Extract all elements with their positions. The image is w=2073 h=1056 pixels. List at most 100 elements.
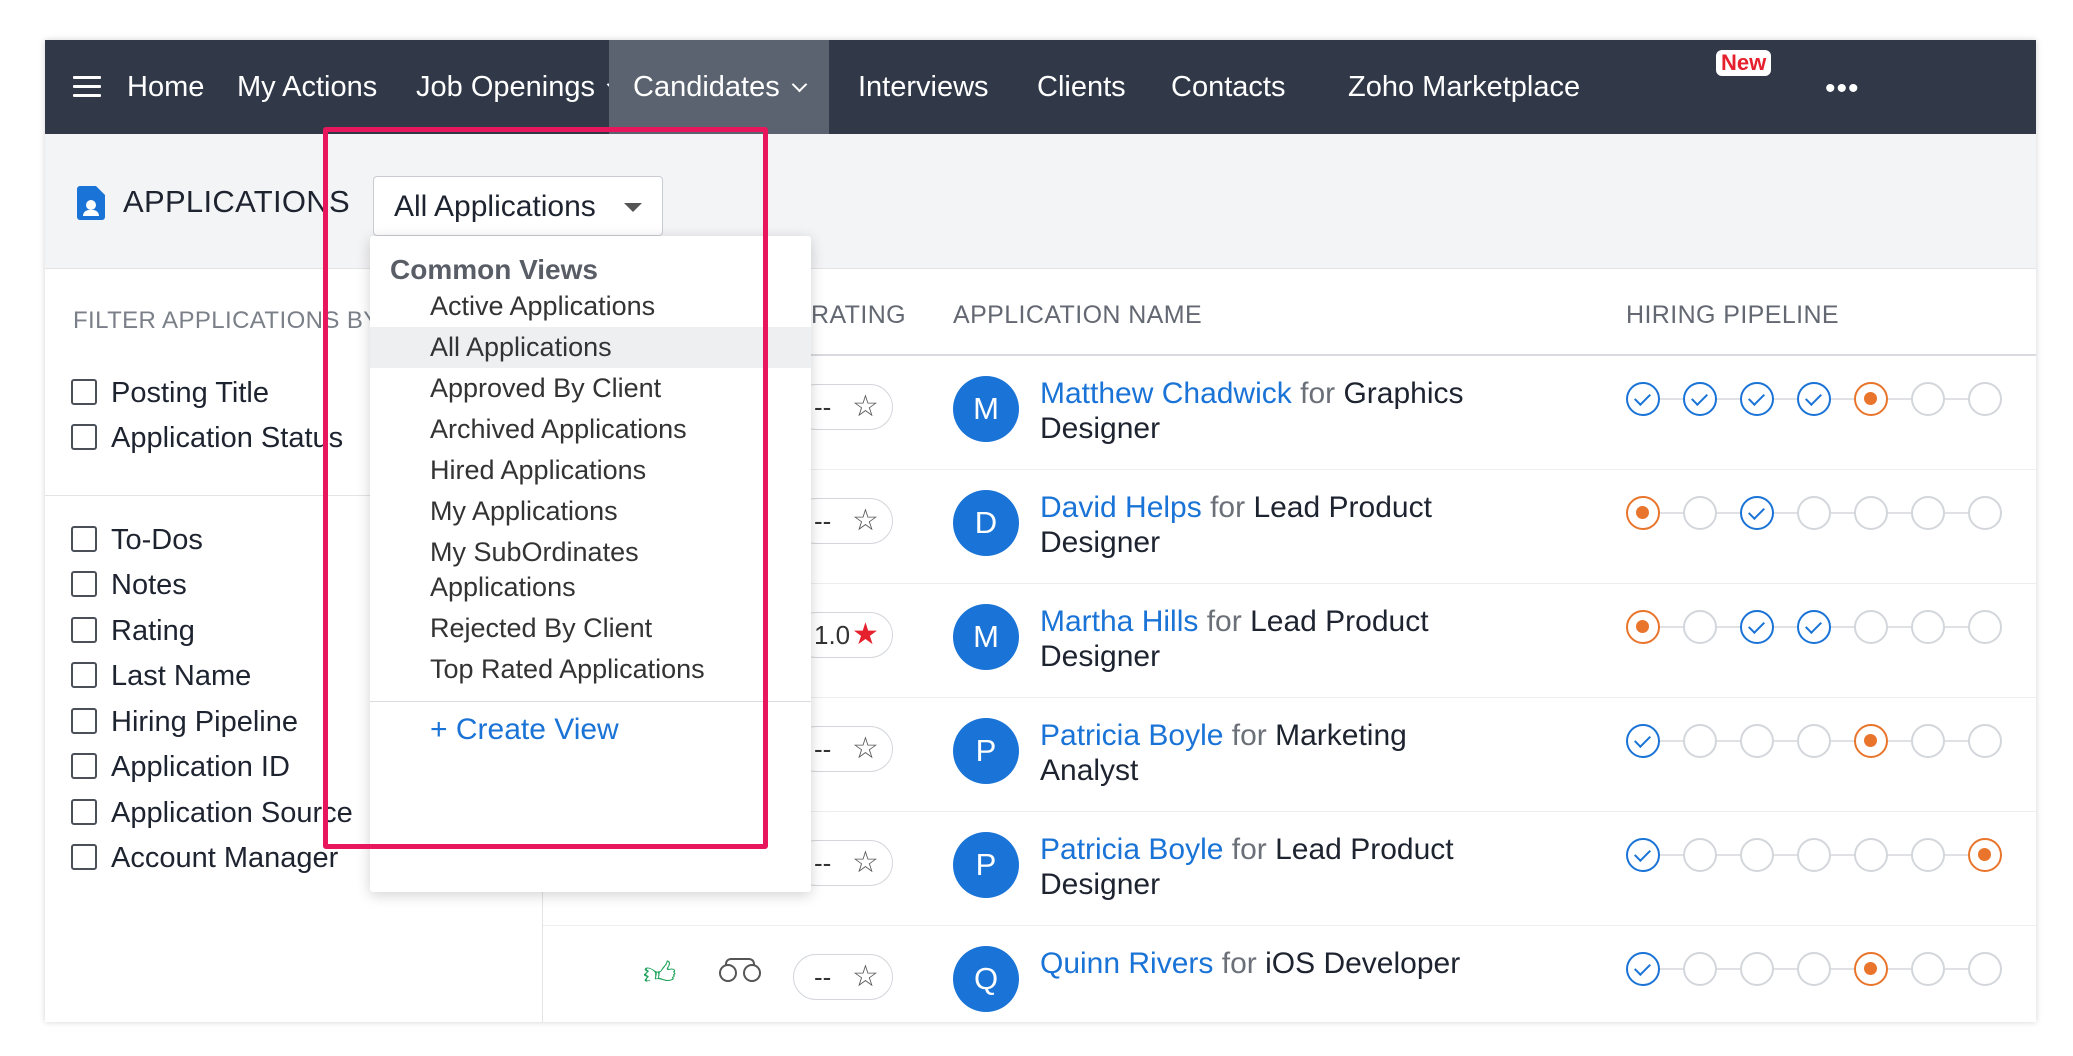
pending-stage-icon[interactable] — [1911, 838, 1945, 872]
checkbox[interactable] — [71, 708, 97, 734]
hamburger-icon[interactable] — [73, 76, 101, 98]
pending-stage-icon[interactable] — [1911, 724, 1945, 758]
pending-stage-icon[interactable] — [1968, 952, 2002, 986]
view-option-my-applications[interactable]: My Applications — [370, 491, 811, 532]
pending-stage-icon[interactable] — [1854, 838, 1888, 872]
check-circle-icon[interactable] — [1740, 496, 1774, 530]
checkbox[interactable] — [71, 526, 97, 552]
current-stage-icon[interactable] — [1854, 952, 1888, 986]
pending-stage-icon[interactable] — [1968, 382, 2002, 416]
pending-stage-icon[interactable] — [1911, 610, 1945, 644]
nav-zoho-marketplace[interactable]: Zoho Marketplace — [1324, 40, 1604, 134]
checkbox[interactable] — [71, 799, 97, 825]
check-circle-icon[interactable] — [1797, 382, 1831, 416]
thumbs-up-icon[interactable]: 👍︎ — [643, 954, 676, 993]
create-view-link[interactable]: + Create View — [430, 713, 619, 747]
column-header-application-name[interactable]: APPLICATION NAME — [953, 301, 1202, 330]
view-option-my-subordinates-applications[interactable]: My SubOrdinates Applications — [370, 532, 811, 606]
column-header-hiring-pipeline[interactable]: HIRING PIPELINE — [1626, 301, 1839, 330]
checkbox[interactable] — [71, 571, 97, 597]
candidate-link[interactable]: Matthew Chadwick — [1040, 377, 1292, 410]
star-icon[interactable]: ☆ — [852, 959, 879, 994]
view-option-hired-applications[interactable]: Hired Applications — [370, 450, 811, 491]
star-icon[interactable]: ☆ — [852, 845, 879, 880]
pending-stage-icon[interactable] — [1968, 496, 2002, 530]
view-option-approved-by-client[interactable]: Approved By Client — [370, 368, 811, 409]
table-row[interactable]: 👍︎ -- ☆ Q Quinn Rivers for iOS Developer — [543, 926, 2036, 1022]
nav-job-openings[interactable]: Job Openings — [392, 40, 644, 134]
candidate-link[interactable]: David Helps — [1040, 491, 1202, 524]
current-stage-icon[interactable] — [1626, 496, 1660, 530]
pending-stage-icon[interactable] — [1911, 496, 1945, 530]
pending-stage-icon[interactable] — [1797, 952, 1831, 986]
pending-stage-icon[interactable] — [1797, 496, 1831, 530]
current-stage-icon[interactable] — [1854, 724, 1888, 758]
checkbox[interactable] — [71, 424, 97, 450]
candidate-link[interactable]: Martha Hills — [1040, 605, 1198, 638]
candidate-link[interactable]: Patricia Boyle — [1040, 833, 1223, 866]
check-circle-icon[interactable] — [1740, 610, 1774, 644]
filter-last-name[interactable]: Last Name — [71, 660, 251, 693]
more-dots-icon[interactable]: ••• — [1825, 72, 1860, 106]
view-option-archived-applications[interactable]: Archived Applications — [370, 409, 811, 450]
current-stage-icon[interactable] — [1968, 838, 2002, 872]
filter-notes[interactable]: Notes — [71, 569, 187, 602]
check-circle-icon[interactable] — [1740, 382, 1774, 416]
checkbox[interactable] — [71, 753, 97, 779]
nav-home[interactable]: Home — [103, 40, 228, 134]
pending-stage-icon[interactable] — [1683, 952, 1717, 986]
candidate-link[interactable]: Patricia Boyle — [1040, 719, 1223, 752]
pending-stage-icon[interactable] — [1911, 952, 1945, 986]
pending-stage-icon[interactable] — [1968, 610, 2002, 644]
checkbox[interactable] — [71, 379, 97, 405]
pending-stage-icon[interactable] — [1911, 382, 1945, 416]
pending-stage-icon[interactable] — [1740, 724, 1774, 758]
view-option-active-applications[interactable]: Active Applications — [370, 286, 811, 327]
star-icon[interactable]: ☆ — [852, 389, 879, 424]
rating-pill[interactable]: -- ☆ — [793, 954, 893, 1000]
check-circle-icon[interactable] — [1683, 382, 1717, 416]
pending-stage-icon[interactable] — [1797, 724, 1831, 758]
pending-stage-icon[interactable] — [1683, 838, 1717, 872]
filter-to-dos[interactable]: To-Dos — [71, 524, 203, 557]
view-option-all-applications[interactable]: All Applications — [370, 327, 811, 368]
pending-stage-icon[interactable] — [1854, 610, 1888, 644]
candidate-link[interactable]: Quinn Rivers — [1040, 947, 1213, 980]
checkbox[interactable] — [71, 844, 97, 870]
pending-stage-icon[interactable] — [1797, 838, 1831, 872]
view-selector[interactable]: All Applications — [373, 176, 663, 236]
view-option-rejected-by-client[interactable]: Rejected By Client — [370, 608, 811, 649]
filter-posting-title[interactable]: Posting Title — [71, 377, 269, 410]
pending-stage-icon[interactable] — [1683, 496, 1717, 530]
pending-stage-icon[interactable] — [1683, 724, 1717, 758]
filter-account-manager[interactable]: Account Manager — [71, 842, 338, 875]
check-circle-icon[interactable] — [1626, 838, 1660, 872]
nav-interviews[interactable]: Interviews — [834, 40, 1013, 134]
filter-rating[interactable]: Rating — [71, 615, 195, 648]
nav-contacts[interactable]: Contacts — [1147, 40, 1309, 134]
check-circle-icon[interactable] — [1626, 724, 1660, 758]
column-header-rating[interactable]: RATING — [811, 301, 906, 330]
pending-stage-icon[interactable] — [1683, 610, 1717, 644]
filter-hiring-pipeline[interactable]: Hiring Pipeline — [71, 706, 298, 739]
filter-application-id[interactable]: Application ID — [71, 751, 290, 784]
pending-stage-icon[interactable] — [1968, 724, 2002, 758]
nav-my-actions[interactable]: My Actions — [213, 40, 401, 134]
pending-stage-icon[interactable] — [1854, 496, 1888, 530]
nav-clients[interactable]: Clients — [1013, 40, 1150, 134]
binoculars-icon[interactable] — [717, 956, 765, 986]
current-stage-icon[interactable] — [1854, 382, 1888, 416]
nav-candidates[interactable]: Candidates — [609, 40, 829, 134]
star-icon[interactable]: ★ — [852, 617, 879, 652]
pending-stage-icon[interactable] — [1740, 952, 1774, 986]
star-icon[interactable]: ☆ — [852, 503, 879, 538]
view-option-top-rated-applications[interactable]: Top Rated Applications — [370, 649, 811, 690]
current-stage-icon[interactable] — [1626, 610, 1660, 644]
filter-application-source[interactable]: Application Source — [71, 797, 353, 830]
filter-application-status[interactable]: Application Status — [71, 422, 343, 455]
check-circle-icon[interactable] — [1626, 952, 1660, 986]
checkbox[interactable] — [71, 617, 97, 643]
star-icon[interactable]: ☆ — [852, 731, 879, 766]
check-circle-icon[interactable] — [1626, 382, 1660, 416]
check-circle-icon[interactable] — [1797, 610, 1831, 644]
